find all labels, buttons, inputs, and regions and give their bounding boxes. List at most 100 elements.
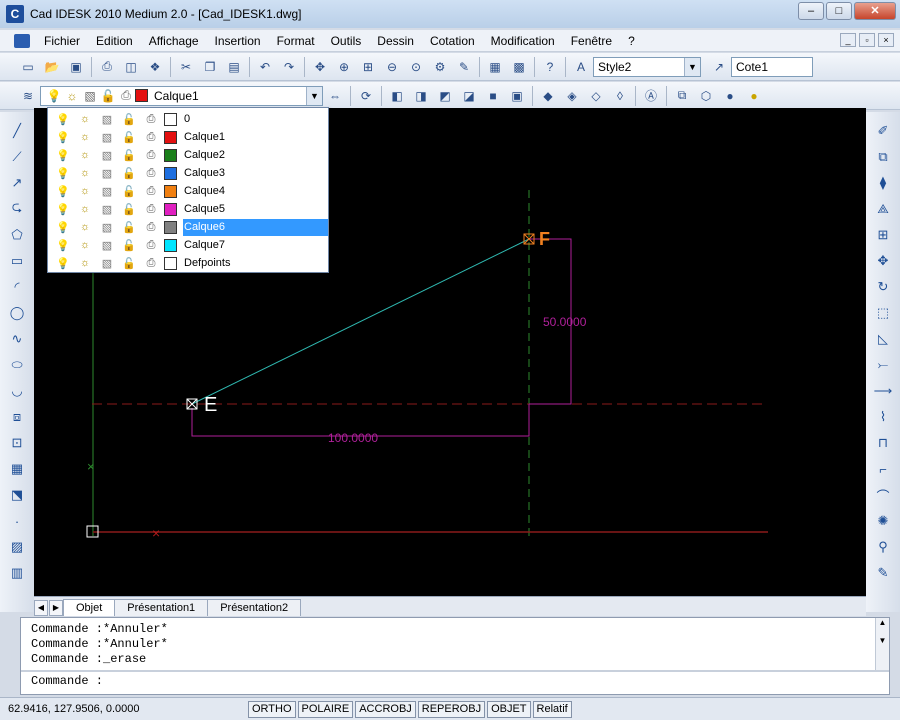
construction-line-icon[interactable]: ⟋: [6, 146, 28, 168]
view-front-icon[interactable]: ■: [483, 86, 503, 106]
lock-icon[interactable]: 🔓: [120, 183, 138, 199]
relatif-toggle[interactable]: Relatif: [532, 700, 572, 718]
publish-icon[interactable]: ❖: [145, 57, 165, 77]
layer-color-swatch[interactable]: [164, 202, 177, 216]
layer-color-swatch[interactable]: [164, 130, 177, 144]
command-input[interactable]: Commande :: [31, 674, 103, 688]
menu-help[interactable]: ?: [620, 34, 643, 48]
save-icon[interactable]: ▣: [66, 57, 86, 77]
measure-icon[interactable]: ⚲: [872, 536, 894, 558]
layer-previous-icon[interactable]: ⇔: [325, 86, 345, 106]
insert-block-icon[interactable]: ⧈: [6, 406, 28, 428]
view-right-icon[interactable]: ◪: [459, 86, 479, 106]
rectangle-icon[interactable]: ▭: [6, 250, 28, 272]
sun-icon[interactable]: ☼: [76, 219, 94, 235]
copy-icon[interactable]: ❐: [200, 57, 220, 77]
dimension-style-icon[interactable]: ↗: [709, 57, 729, 77]
layer-color-swatch[interactable]: [164, 166, 177, 180]
printer-icon[interactable]: ⎙: [142, 201, 160, 217]
tab-scroll-left-icon[interactable]: ◀: [34, 600, 48, 616]
menu-affichage[interactable]: Affichage: [141, 34, 207, 48]
redo-icon[interactable]: ↷: [279, 57, 299, 77]
undo-icon[interactable]: ↶: [255, 57, 275, 77]
printer-icon[interactable]: ⎙: [142, 165, 160, 181]
viewport-freeze-icon[interactable]: ▧: [98, 201, 116, 217]
lock-icon[interactable]: 🔓: [120, 219, 138, 235]
lightbulb-icon[interactable]: 💡: [54, 165, 72, 181]
lock-icon[interactable]: 🔓: [120, 165, 138, 181]
reperobj-toggle[interactable]: REPEROBJ: [417, 700, 486, 718]
make-block-icon[interactable]: ⊡: [6, 432, 28, 454]
printer-icon[interactable]: ⎙: [142, 237, 160, 253]
zoom-window-icon[interactable]: ⊞: [358, 57, 378, 77]
accrobj-toggle[interactable]: ACCROBJ: [355, 700, 416, 718]
lightbulb-icon[interactable]: 💡: [54, 237, 72, 253]
menu-insertion[interactable]: Insertion: [207, 34, 269, 48]
layer-color-swatch[interactable]: [164, 238, 177, 252]
iso-sw-icon[interactable]: ◆: [538, 86, 558, 106]
doc-restore-button[interactable]: ▫: [859, 33, 875, 47]
layer-row[interactable]: 💡 ☼ ▧ 🔓 ⎙ Calque5: [48, 200, 328, 218]
sun-icon[interactable]: ☼: [76, 201, 94, 217]
lock-icon[interactable]: 🔓: [120, 255, 138, 271]
layer-row[interactable]: 💡 ☼ ▧ 🔓 ⎙ Calque6: [48, 218, 328, 236]
sun-icon[interactable]: ☼: [76, 147, 94, 163]
line-icon[interactable]: ╱: [6, 120, 28, 142]
dimension-style-select[interactable]: Cote1: [731, 56, 813, 77]
printer-icon[interactable]: ⎙: [142, 129, 160, 145]
doc-minimize-button[interactable]: _: [840, 33, 856, 47]
polaire-toggle[interactable]: POLAIRE: [297, 700, 354, 718]
array-icon[interactable]: ⊞: [872, 224, 894, 246]
explode-icon[interactable]: ✺: [872, 510, 894, 532]
printer-icon[interactable]: ⎙: [142, 147, 160, 163]
sun-icon[interactable]: ☼: [76, 111, 94, 127]
printer-icon[interactable]: ⎙: [142, 219, 160, 235]
minimize-button[interactable]: –: [798, 2, 824, 20]
ellipse-icon[interactable]: ⬭: [6, 354, 28, 376]
sun-icon[interactable]: ☼: [76, 183, 94, 199]
sun-icon[interactable]: ☼: [76, 165, 94, 181]
layer-row[interactable]: 💡 ☼ ▧ 🔓 ⎙ Calque1: [48, 128, 328, 146]
document-icon[interactable]: [14, 33, 30, 48]
join-icon[interactable]: ⊓: [872, 432, 894, 454]
extend-icon[interactable]: ⟶: [872, 380, 894, 402]
trim-icon[interactable]: ⤚: [872, 354, 894, 376]
layer-dropdown-list[interactable]: 💡 ☼ ▧ 🔓 ⎙ 0 💡 ☼ ▧ 🔓 ⎙ Calque1 💡 ☼ ▧ 🔓 ⎙ Calque2 💡 ☼ ▧ 🔓 ⎙ Calqu…: [47, 107, 329, 273]
lightbulb-icon[interactable]: 💡: [54, 183, 72, 199]
layer-row[interactable]: 💡 ☼ ▧ 🔓 ⎙ Calque4: [48, 182, 328, 200]
point-icon[interactable]: ·: [6, 510, 28, 532]
layer-select[interactable]: 💡 ☼ ▧ 🔓 ⎙ Calque1 ▼: [40, 85, 323, 106]
tab-objet[interactable]: Objet: [63, 599, 116, 616]
move-icon[interactable]: ✥: [872, 250, 894, 272]
layer-row[interactable]: 💡 ☼ ▧ 🔓 ⎙ Calque7: [48, 236, 328, 254]
sun-icon[interactable]: ☼: [76, 255, 94, 271]
polyline-icon[interactable]: ⮎: [6, 198, 28, 220]
view-top-icon[interactable]: ◧: [387, 86, 407, 106]
region-icon[interactable]: ⬔: [6, 484, 28, 506]
menu-cotation[interactable]: Cotation: [422, 34, 483, 48]
viewport-freeze-icon[interactable]: ▧: [98, 219, 116, 235]
text-style-select[interactable]: Style2 ▼: [593, 56, 701, 77]
layer-row[interactable]: 💡 ☼ ▧ 🔓 ⎙ Defpoints: [48, 254, 328, 272]
tool-palettes-icon[interactable]: ▩: [509, 57, 529, 77]
menu-fenetre[interactable]: Fenêtre: [563, 34, 620, 48]
printer-icon[interactable]: ⎙: [142, 183, 160, 199]
render-icon[interactable]: ⟳: [356, 86, 376, 106]
viewport-freeze-icon[interactable]: ▧: [98, 165, 116, 181]
view-left-icon[interactable]: ◩: [435, 86, 455, 106]
chamfer-icon[interactable]: ⌐: [872, 458, 894, 480]
text-icon[interactable]: Ⓐ: [641, 86, 661, 106]
viewport-freeze-icon[interactable]: ▧: [98, 255, 116, 271]
iso-nw-icon[interactable]: ◊: [610, 86, 630, 106]
erase-icon[interactable]: ✐: [872, 120, 894, 142]
match-properties-icon[interactable]: ✎: [454, 57, 474, 77]
menu-format[interactable]: Format: [269, 34, 323, 48]
command-window[interactable]: Commande :*Annuler* Commande :*Annuler* …: [20, 617, 890, 695]
menu-dessin[interactable]: Dessin: [369, 34, 422, 48]
tab-presentation2[interactable]: Présentation2: [207, 599, 302, 616]
lightbulb-icon[interactable]: 💡: [54, 255, 72, 271]
lock-icon[interactable]: 🔓: [120, 201, 138, 217]
spline-icon[interactable]: ∿: [6, 328, 28, 350]
cube-icon[interactable]: ⬡: [696, 86, 716, 106]
iso-ne-icon[interactable]: ◇: [586, 86, 606, 106]
